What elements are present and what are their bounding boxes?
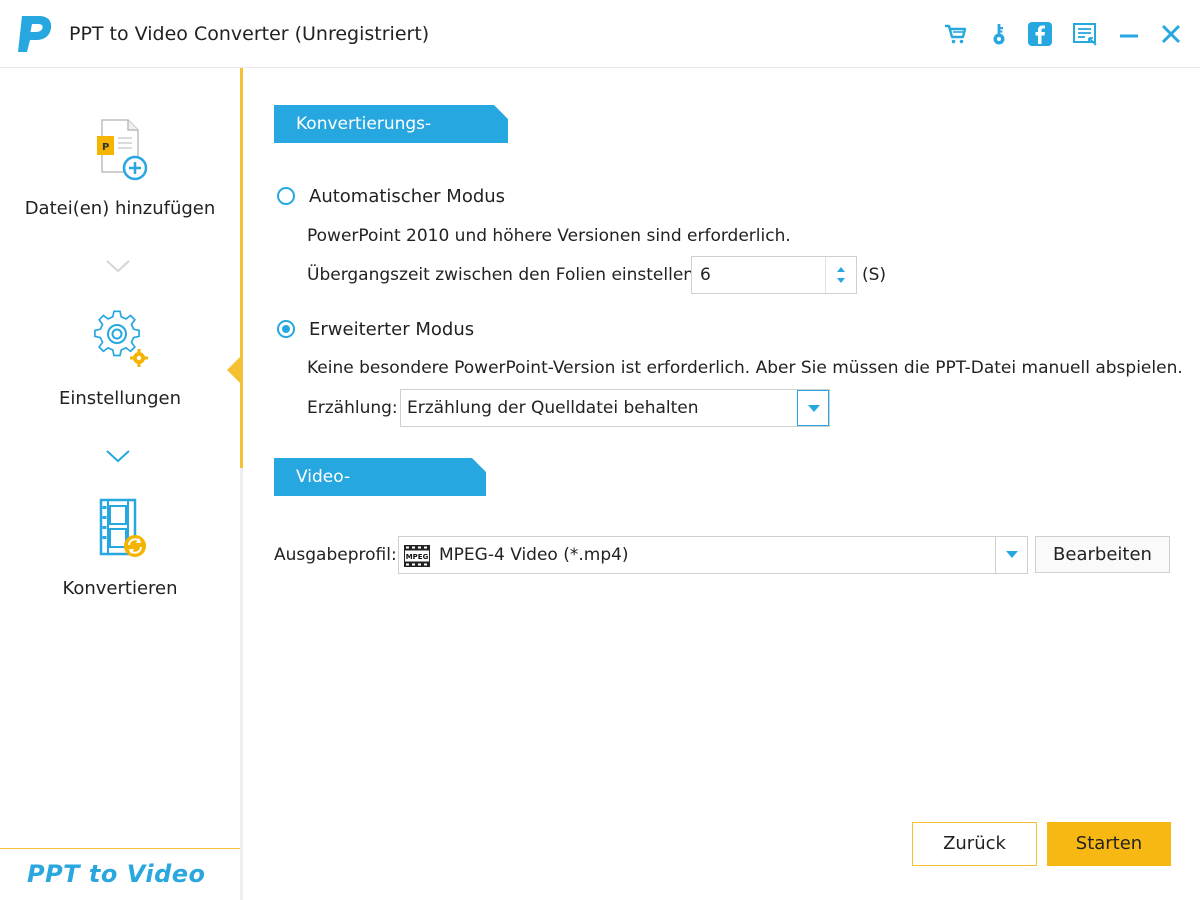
title-bar: PPT to Video Converter (Unregistriert) (0, 0, 1200, 68)
chevron-down-icon (106, 260, 130, 273)
close-icon[interactable] (1157, 20, 1185, 48)
facebook-icon[interactable] (1026, 20, 1054, 48)
advanced-mode-label[interactable]: Erweiterter Modus (309, 319, 474, 340)
brand-logo-text: PPT to Video (27, 860, 206, 888)
step-settings[interactable]: Einstellungen (0, 306, 240, 409)
back-button[interactable]: Zurück (912, 822, 1037, 866)
header-corner (494, 105, 508, 119)
convert-film-icon (99, 498, 146, 557)
output-profile-dropdown-button[interactable] (995, 537, 1027, 573)
edit-profile-button[interactable]: Bearbeiten (1035, 536, 1170, 573)
key-icon[interactable] (985, 20, 1013, 48)
output-profile-label: Ausgabeprofil: (274, 545, 397, 565)
step-convert-label: Konvertieren (62, 578, 178, 599)
advanced-mode-radio[interactable] (277, 320, 295, 338)
spinner-up-down-icon (837, 267, 845, 283)
transition-time-spinner[interactable] (825, 257, 856, 293)
transition-time-value: 6 (700, 265, 711, 285)
transition-time-input[interactable]: 6 (691, 256, 857, 294)
sidebar-progress-indicator (240, 68, 243, 468)
automatic-mode-radio[interactable] (277, 187, 295, 205)
transition-time-label: Übergangszeit zwischen den Folien einste… (307, 265, 700, 285)
narration-label: Erzählung: (307, 398, 398, 418)
transition-time-unit: (S) (862, 265, 887, 285)
settings-gear-icon (94, 310, 148, 367)
step-convert[interactable]: Konvertieren (0, 496, 240, 599)
start-button[interactable]: Starten (1047, 822, 1171, 866)
advanced-mode-description: Keine besondere PowerPoint-Version ist e… (307, 358, 1183, 378)
video-settings-header-label: Video-Einstellungen: (296, 467, 417, 525)
automatic-mode-label[interactable]: Automatischer Modus (309, 186, 505, 207)
mpeg-icon-text: MPEG (406, 553, 429, 561)
automatic-mode-description: PowerPoint 2010 und höhere Versionen sin… (307, 226, 791, 246)
app-logo-icon (18, 16, 52, 52)
narration-dropdown-button[interactable] (797, 390, 829, 426)
feedback-icon[interactable] (1071, 20, 1099, 48)
mpeg-format-icon: MPEG (404, 545, 430, 567)
step-add-files[interactable]: P Datei(en) hinzufügen (0, 116, 240, 219)
narration-select[interactable]: Erzählung der Quelldatei behalten (400, 389, 830, 427)
add-file-icon: P (97, 119, 148, 181)
chevron-down-icon (106, 450, 130, 463)
brand-footer: PPT to Video (0, 848, 240, 900)
output-profile-value: MPEG-4 Video (*.mp4) (439, 545, 629, 565)
cart-icon[interactable] (942, 20, 970, 48)
narration-selected-value: Erzählung der Quelldatei behalten (407, 398, 699, 418)
output-profile-select[interactable]: MPEG MPEG-4 Video (*.mp4) (398, 536, 1028, 574)
conversion-mode-header: Konvertierungs-Modus: (274, 105, 508, 172)
header-corner (472, 458, 486, 472)
step-add-files-label: Datei(en) hinzufügen (24, 198, 216, 219)
video-settings-header: Video-Einstellungen: (274, 458, 486, 525)
conversion-mode-header-label: Konvertierungs-Modus: (296, 114, 432, 172)
minimize-icon[interactable] (1116, 20, 1144, 48)
step-settings-label: Einstellungen (58, 388, 182, 409)
window-title: PPT to Video Converter (Unregistriert) (69, 23, 430, 45)
svg-text:P: P (102, 142, 109, 153)
